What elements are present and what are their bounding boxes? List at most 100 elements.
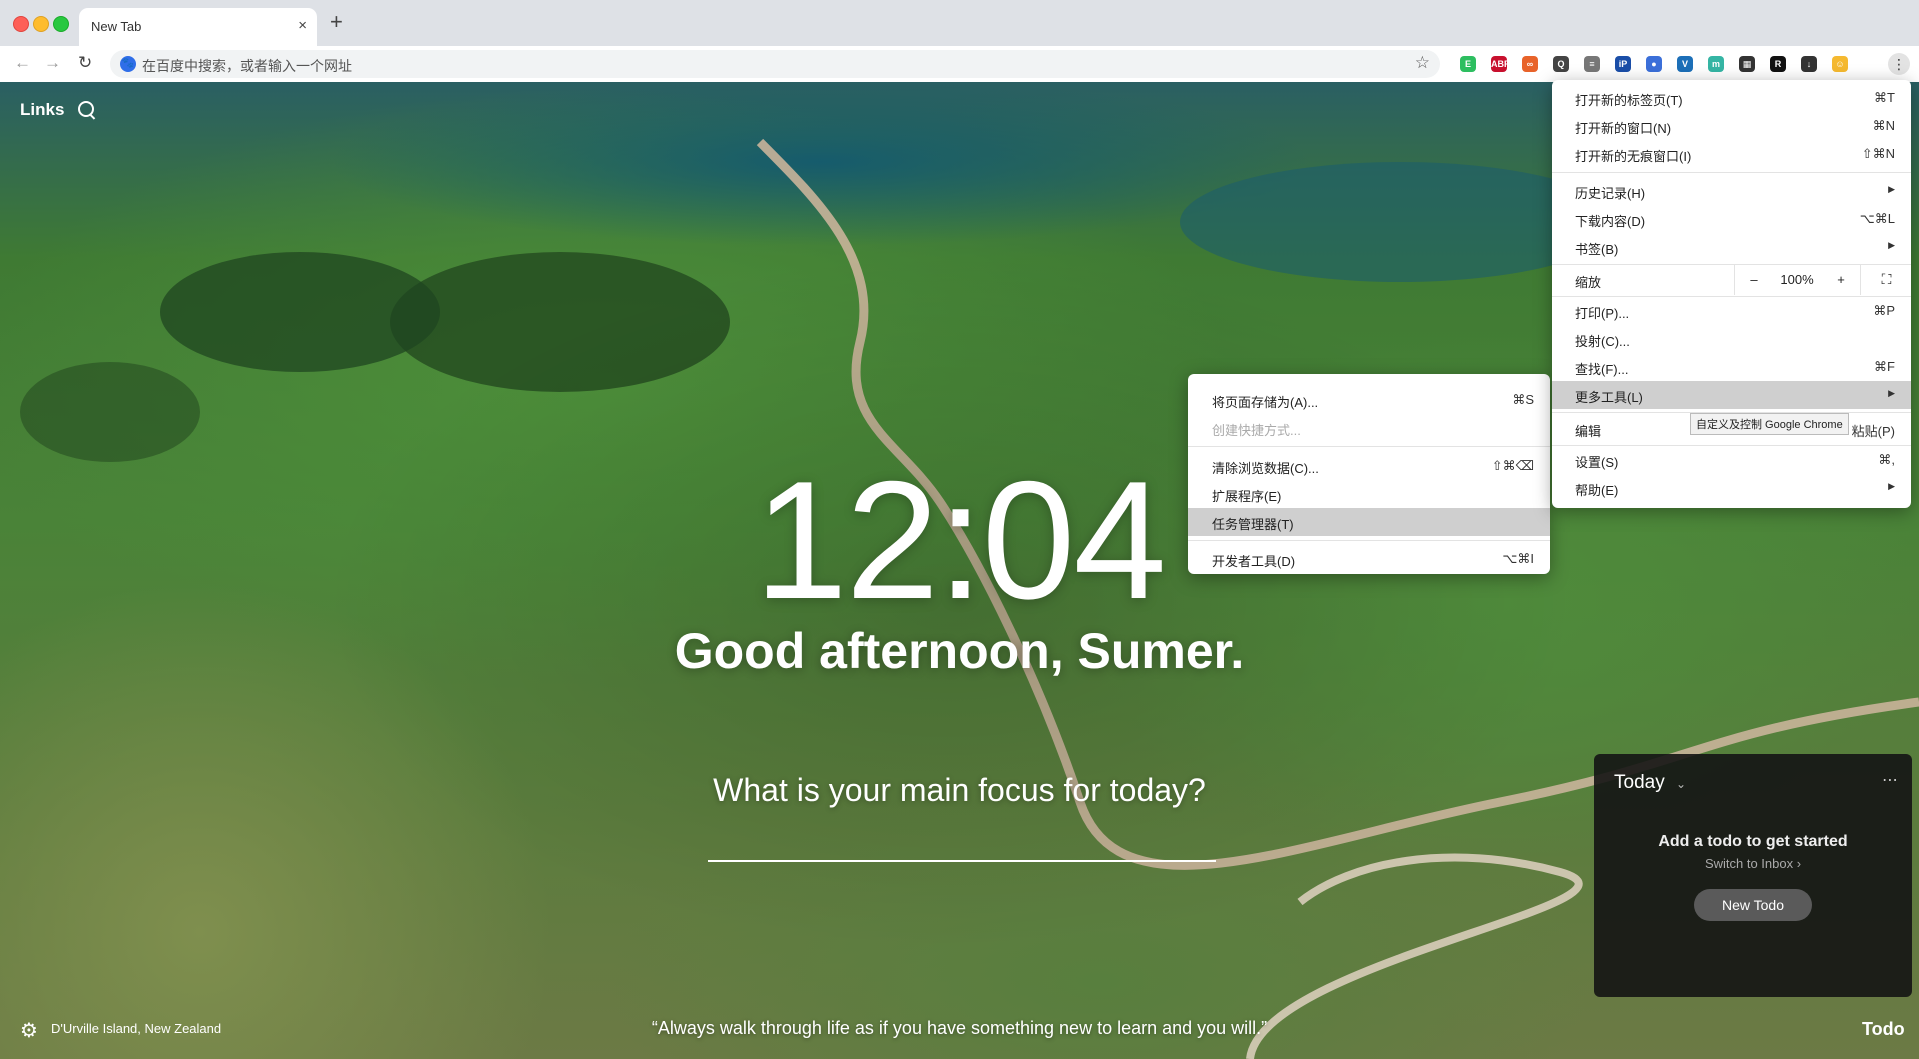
momentum-icon[interactable]: m [1708, 56, 1724, 72]
zoom-out-button[interactable]: – [1734, 265, 1773, 295]
address-bar[interactable]: 🐾 在百度中搜索，或者输入一个网址 ☆ [110, 50, 1440, 78]
menu-item-shortcut: ⌘P [1873, 303, 1895, 318]
menu-item-label: 帮助(E) [1575, 483, 1619, 498]
download-extension-icon[interactable]: ↓ [1801, 56, 1817, 72]
switch-to-inbox-link[interactable]: Switch to Inbox › [1594, 856, 1912, 871]
new-tab-button[interactable]: + [330, 11, 343, 33]
daily-quote[interactable]: “Always walk through life as if you have… [0, 1018, 1919, 1039]
todo-empty-heading: Add a todo to get started [1658, 833, 1848, 850]
menu-item-label: 投射(C)... [1575, 334, 1630, 349]
greeting: Good afternoon, Sumer. [674, 623, 1245, 679]
menu-item-history[interactable]: 历史记录(H) ▶ [1552, 177, 1911, 205]
vue-devtools-icon[interactable]: V [1677, 56, 1693, 72]
chrome-main-menu: 打开新的标签页(T) ⌘T 打开新的窗口(N) ⌘N 打开新的无痕窗口(I) ⇧… [1552, 80, 1911, 508]
forward-icon[interactable]: → [44, 53, 61, 73]
menu-item-label: 设置(S) [1575, 455, 1619, 470]
zoom-in-button[interactable]: + [1822, 265, 1860, 295]
extension-icon[interactable]: ∞ [1522, 56, 1538, 72]
menu-item-more-tools[interactable]: 更多工具(L) ▶ [1552, 381, 1911, 409]
more-tools-submenu: 将页面存储为(A)... ⌘S 创建快捷方式... 清除浏览数据(C)... ⇧… [1188, 374, 1550, 574]
menu-item-shortcut: ⇧⌘⌫ [1491, 458, 1534, 473]
links-button[interactable]: Links [20, 100, 64, 120]
browser-toolbar: ← → ↻ 🐾 在百度中搜索，或者输入一个网址 ☆ E ABP ∞ Q ≡ iP ● Vm ▦ R… [0, 46, 1919, 83]
menu-item-downloads[interactable]: 下载内容(D) ⌥⌘L [1552, 205, 1911, 233]
menu-divider [1552, 172, 1911, 173]
menu-item-label: 清除浏览数据(C)... [1212, 461, 1319, 476]
menu-item-create-shortcut: 创建快捷方式... [1188, 414, 1550, 442]
menu-item-label: 查找(F)... [1575, 362, 1629, 377]
menu-divider [1188, 446, 1550, 447]
menu-item-shortcut: ⌘F [1874, 359, 1895, 374]
todo-toggle-button[interactable]: Todo [1862, 1019, 1905, 1040]
zoom-minus-label: – [1750, 272, 1758, 287]
todo-panel: Today ⌄ ⋯ Add a todo to get started Swit… [1594, 754, 1912, 997]
menu-item-find[interactable]: 查找(F)... ⌘F [1552, 353, 1911, 381]
menu-item-label: 任务管理器(T) [1212, 517, 1294, 532]
paste-button[interactable]: 粘贴(P) [1852, 421, 1895, 440]
maximize-window-icon[interactable] [53, 16, 69, 32]
back-icon[interactable]: ← [14, 53, 31, 73]
qr-code-icon[interactable]: ▦ [1739, 56, 1755, 72]
menu-item-shortcut: ⌘, [1878, 452, 1895, 467]
bookmark-star-icon[interactable]: ☆ [1415, 53, 1430, 73]
menu-item-incognito[interactable]: 打开新的无痕窗口(I) ⇧⌘N [1552, 140, 1911, 168]
menu-item-shortcut: ⌘N [1872, 118, 1895, 133]
menu-item-new-tab[interactable]: 打开新的标签页(T) ⌘T [1552, 84, 1911, 112]
baidu-search-icon: 🐾 [120, 56, 136, 72]
menu-item-shortcut: ⌘S [1512, 392, 1534, 407]
menu-item-zoom: 缩放 – 100% + ⛶ [1552, 265, 1911, 295]
search-extension-icon[interactable]: Q [1553, 56, 1569, 72]
menu-item-label: 下载内容(D) [1575, 214, 1646, 229]
menu-item-label: 扩展程序(E) [1212, 489, 1282, 504]
profile-avatar-icon[interactable]: ☺ [1832, 56, 1848, 72]
minimize-window-icon[interactable] [33, 16, 49, 32]
chrome-menu-tooltip: 自定义及控制 Google Chrome [1690, 413, 1849, 435]
tab-close-icon[interactable]: × [298, 17, 307, 34]
menu-item-new-window[interactable]: 打开新的窗口(N) ⌘N [1552, 112, 1911, 140]
menu-item-label: 打印(P)... [1575, 306, 1630, 321]
todo-list-title[interactable]: Today [1614, 772, 1665, 794]
evernote-icon[interactable]: E [1460, 56, 1476, 72]
more-options-icon[interactable]: ⋯ [1882, 770, 1898, 790]
menu-item-print[interactable]: 打印(P)... ⌘P [1552, 297, 1911, 325]
submenu-arrow-icon: ▶ [1888, 184, 1895, 194]
menu-item-label: 编辑 [1575, 424, 1602, 439]
menu-item-shortcut: ⇧⌘N [1861, 146, 1895, 161]
tab-new-tab[interactable]: New Tab × [79, 8, 317, 46]
menu-item-bookmarks[interactable]: 书签(B) ▶ [1552, 233, 1911, 261]
menu-item-cast[interactable]: 投射(C)... [1552, 325, 1911, 353]
focus-input[interactable] [708, 812, 1216, 862]
menu-item-label: 书签(B) [1575, 242, 1619, 257]
zoom-plus-label: + [1837, 272, 1845, 287]
menu-item-dev-tools[interactable]: 开发者工具(D) ⌥⌘I [1188, 545, 1550, 573]
chevron-down-icon[interactable]: ⌄ [1676, 777, 1686, 791]
menu-item-label: 打开新的无痕窗口(I) [1575, 149, 1692, 164]
menu-item-label: 打开新的标签页(T) [1575, 93, 1683, 108]
menu-item-clear-data[interactable]: 清除浏览数据(C)... ⇧⌘⌫ [1188, 452, 1550, 480]
menu-item-label: 缩放 [1575, 275, 1602, 290]
menu-item-label: 将页面存储为(A)... [1212, 395, 1319, 410]
close-window-icon[interactable] [13, 16, 29, 32]
new-todo-button[interactable]: New Todo [1694, 889, 1812, 921]
menu-item-shortcut: ⌘T [1874, 90, 1895, 105]
readwise-icon[interactable]: R [1770, 56, 1786, 72]
globe-extension-icon[interactable]: ● [1646, 56, 1662, 72]
reload-icon[interactable]: ↻ [78, 53, 92, 73]
menu-item-extensions[interactable]: 扩展程序(E) [1188, 480, 1550, 508]
zoom-value: 100% [1780, 272, 1814, 287]
tab-title: New Tab [91, 19, 142, 34]
submenu-arrow-icon: ▶ [1888, 240, 1895, 250]
menu-item-save-page[interactable]: 将页面存储为(A)... ⌘S [1188, 386, 1550, 414]
menu-item-help[interactable]: 帮助(E) ▶ [1552, 474, 1911, 502]
chrome-menu-icon[interactable]: ⋮ [1888, 53, 1910, 75]
submenu-arrow-icon: ▶ [1888, 388, 1895, 398]
adblock-plus-icon[interactable]: ABP [1491, 56, 1510, 72]
reader-extension-icon[interactable]: ≡ [1584, 56, 1600, 72]
pixiv-icon[interactable]: iP [1615, 56, 1631, 72]
fullscreen-button[interactable]: ⛶ [1860, 265, 1912, 295]
menu-item-settings[interactable]: 设置(S) ⌘, [1552, 446, 1911, 474]
menu-item-label: 开发者工具(D) [1212, 554, 1296, 569]
menu-item-task-manager[interactable]: 任务管理器(T) [1188, 508, 1550, 536]
search-icon[interactable] [78, 101, 94, 117]
fullscreen-icon: ⛶ [1881, 271, 1892, 287]
